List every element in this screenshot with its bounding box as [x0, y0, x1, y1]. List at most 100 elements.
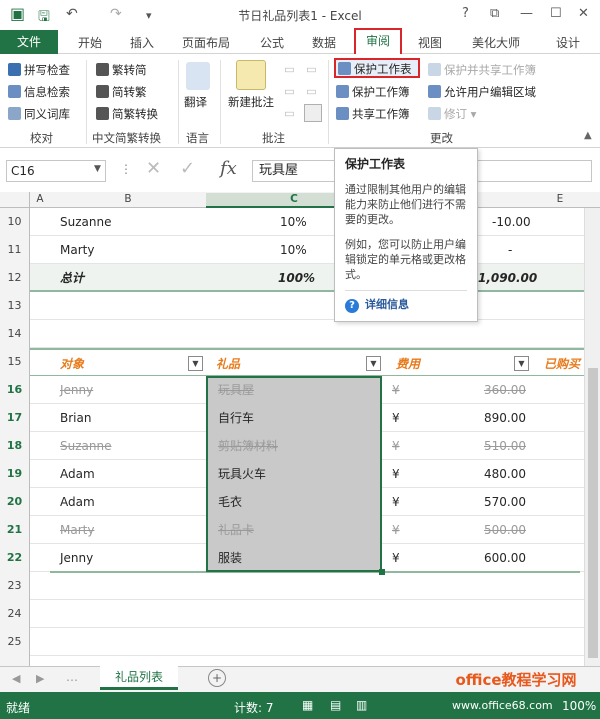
track-changes-button[interactable]: 修订 ▾	[428, 106, 476, 122]
cell-b[interactable]: Marty	[60, 236, 94, 264]
insert-function-icon[interactable]: fx	[220, 158, 237, 179]
tab-beautify[interactable]: 美化大师	[472, 34, 520, 51]
tab-home[interactable]: 开始	[78, 34, 102, 51]
enter-icon[interactable]: ✓	[180, 158, 195, 179]
next-comment-icon[interactable]: ▭	[306, 84, 317, 98]
translate-button[interactable]: 翻译	[184, 94, 207, 110]
cell-e[interactable]: -	[508, 236, 512, 264]
page-break-icon[interactable]: ▥	[356, 698, 367, 712]
row-number[interactable]: 16	[0, 376, 30, 404]
header-gift[interactable]: 礼品	[216, 350, 240, 378]
tooltip-more-info-link[interactable]: ? 详细信息	[345, 290, 467, 313]
cell-e[interactable]: -10.00	[492, 208, 531, 236]
cell-recipient[interactable]: Marty	[60, 516, 94, 544]
cell-amount[interactable]: 510.00	[478, 432, 526, 460]
header-recipient[interactable]: 对象	[60, 350, 84, 378]
cell-recipient[interactable]: Brian	[60, 404, 91, 432]
allow-edit-ranges-button[interactable]: 允许用户编辑区域	[428, 84, 536, 100]
name-box[interactable]: C16	[6, 160, 106, 182]
filter-dropdown-icon[interactable]: ▼	[514, 356, 529, 371]
row-number[interactable]: 12	[0, 264, 30, 292]
cell-gift[interactable]: 礼品卡	[206, 516, 382, 544]
sheet-tab-gift-list[interactable]: 礼品列表	[100, 666, 178, 690]
cell-amount[interactable]: 600.00	[478, 544, 526, 572]
prev-comment-icon[interactable]: ▭	[284, 84, 295, 98]
cell-gift[interactable]: 玩具火车	[206, 460, 382, 488]
cell-amount[interactable]: 890.00	[478, 404, 526, 432]
row-number[interactable]: 13	[0, 292, 30, 320]
row-number[interactable]: 23	[0, 572, 30, 600]
tab-view[interactable]: 视图	[418, 34, 442, 51]
cell-currency[interactable]: ¥	[392, 544, 400, 572]
scrollbar-thumb[interactable]	[588, 368, 598, 658]
cell-gift[interactable]: 玩具屋	[206, 376, 382, 404]
cell-b[interactable]: Suzanne	[60, 208, 111, 236]
cell-gift[interactable]: 自行车	[206, 404, 382, 432]
row-number[interactable]: 15	[0, 348, 30, 376]
maximize-button[interactable]: ☐	[550, 6, 562, 21]
convert-button[interactable]: 简繁转换	[96, 106, 158, 122]
filter-dropdown-icon[interactable]: ▼	[366, 356, 381, 371]
page-layout-icon[interactable]: ▤	[330, 698, 341, 712]
vertical-scrollbar[interactable]	[584, 208, 600, 666]
cell-currency[interactable]: ¥	[392, 376, 400, 404]
t2s-button[interactable]: 繁转简	[96, 62, 147, 78]
row-number[interactable]: 19	[0, 460, 30, 488]
protect-workbook-button[interactable]: 保护工作簿	[336, 84, 410, 100]
protect-share-button[interactable]: 保护并共享工作簿	[428, 62, 536, 78]
cell-currency[interactable]: ¥	[392, 460, 400, 488]
header-cost[interactable]: 费用	[396, 350, 420, 378]
minimize-button[interactable]: —	[520, 6, 533, 21]
share-workbook-button[interactable]: 共享工作簿	[336, 106, 410, 122]
help-button[interactable]: ?	[462, 6, 469, 21]
cell-gift[interactable]: 服装	[206, 544, 382, 572]
cell-amount[interactable]: 480.00	[478, 460, 526, 488]
row-number[interactable]: 18	[0, 432, 30, 460]
select-all[interactable]	[0, 192, 30, 208]
tab-data[interactable]: 数据	[312, 34, 336, 51]
tab-design[interactable]: 设计	[556, 34, 580, 51]
cell-currency[interactable]: ¥	[392, 516, 400, 544]
research-button[interactable]: 信息检索	[8, 84, 70, 100]
cell-currency[interactable]: ¥	[392, 432, 400, 460]
tab-review[interactable]: 审阅	[354, 28, 402, 54]
thesaurus-button[interactable]: 同义词库	[8, 106, 70, 122]
spell-check-button[interactable]: 拼写检查	[8, 62, 70, 78]
cell-recipient[interactable]: Jenny	[60, 544, 93, 572]
cell-gift[interactable]: 毛衣	[206, 488, 382, 516]
total-percent[interactable]: 100%	[278, 264, 315, 292]
row-number[interactable]: 14	[0, 320, 30, 348]
prev-sheet-icon[interactable]: ◀	[12, 672, 20, 685]
close-button[interactable]: ✕	[578, 6, 589, 21]
column-b[interactable]: B	[50, 193, 206, 205]
name-box-dropdown-icon[interactable]: ▼	[94, 164, 101, 174]
cell-recipient[interactable]: Adam	[60, 460, 95, 488]
row-number[interactable]: 22	[0, 544, 30, 572]
cell-recipient[interactable]: Suzanne	[60, 432, 111, 460]
more-sheets-icon[interactable]: …	[66, 670, 78, 684]
edit-comment-icon[interactable]: ▭	[306, 62, 317, 76]
tab-insert[interactable]: 插入	[130, 34, 154, 51]
cell-amount[interactable]: 360.00	[478, 376, 526, 404]
tab-page-layout[interactable]: 页面布局	[182, 34, 230, 51]
row-number[interactable]: 25	[0, 628, 30, 656]
row-number[interactable]: 10	[0, 208, 30, 236]
add-sheet-icon[interactable]: +	[208, 669, 226, 687]
total-label[interactable]: 总计	[60, 264, 84, 292]
cell-amount[interactable]: 500.00	[478, 516, 526, 544]
cell-amount[interactable]: 570.00	[478, 488, 526, 516]
protect-sheet-button[interactable]: 保护工作表	[334, 58, 420, 78]
ribbon-display-button[interactable]: ⧉	[490, 6, 499, 21]
total-amount[interactable]: 1,090.00	[478, 264, 537, 292]
cell-recipient[interactable]: Adam	[60, 488, 95, 516]
row-number[interactable]: 11	[0, 236, 30, 264]
tab-formulas[interactable]: 公式	[260, 34, 284, 51]
collapse-ribbon-icon[interactable]: ▲	[584, 130, 592, 141]
cell-recipient[interactable]: Jenny	[60, 376, 93, 404]
cell-currency[interactable]: ¥	[392, 404, 400, 432]
cell-c[interactable]: 10%	[280, 208, 307, 236]
column-a[interactable]: A	[30, 193, 50, 205]
cancel-icon[interactable]: ✕	[146, 158, 161, 179]
cell-gift[interactable]: 剪贴簿材料	[206, 432, 382, 460]
row-number[interactable]: 24	[0, 600, 30, 628]
